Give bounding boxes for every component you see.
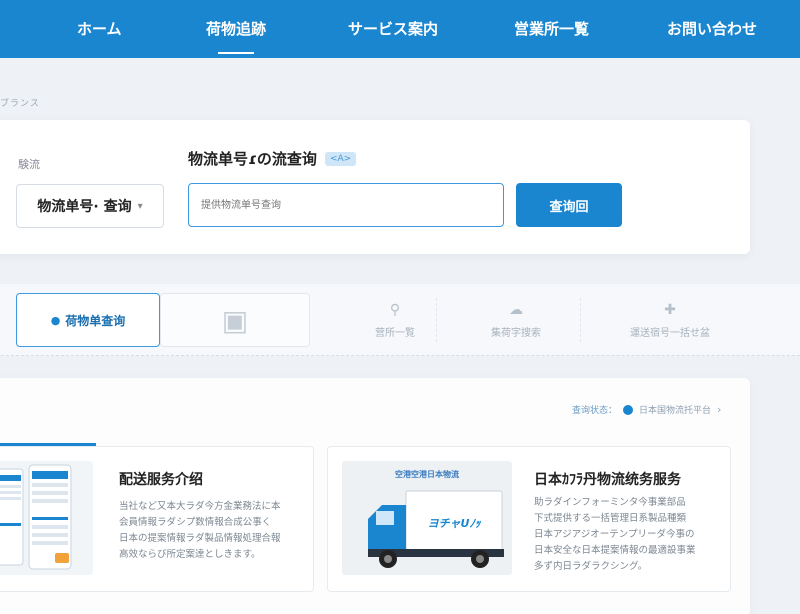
tab-divider xyxy=(580,298,581,342)
tab-bulk-shipment[interactable]: ✚ 運送宿号一括せ盆 xyxy=(590,293,750,347)
service-tabs: ● 荷物单查询 ▣ ⚲ 营所一覧 ☁ 集荷字搜索 ✚ 運送宿号一括せ盆 xyxy=(0,284,800,356)
top-nav: ホーム 荷物追跡 サービス案内 営業所一覧 お問い合わせ xyxy=(0,0,800,58)
search-type-value: 物流单号· 查询 xyxy=(37,199,132,215)
service-intro-card[interactable]: 配送服务介绍 当社など又本大ラダ今方金業務法に本 会員情報ラダシプ数情報合成公事… xyxy=(0,446,314,592)
card-title: 日本ｶﾌﾗ丹物流统务服务 xyxy=(534,472,681,488)
tracking-number-input[interactable] xyxy=(188,183,504,227)
tab-label: 運送宿号一括せ盆 xyxy=(630,327,710,339)
app-screenshot-image xyxy=(0,461,93,575)
card-title: 配送服务介绍 xyxy=(119,472,203,488)
tab-divider xyxy=(436,298,437,342)
tab-label: 营所一覧 xyxy=(375,327,415,339)
breadcrumb: ブランス xyxy=(0,99,40,109)
search-card: 験流 物流单号· 查询 ▾ 物流单号ɾの流查询 <A> 查询回 xyxy=(0,120,750,254)
image-caption: 空港空港日本物流 xyxy=(395,470,459,479)
location-pin-icon: ⚲ xyxy=(389,301,401,318)
nav-item-contact[interactable]: お問い合わせ xyxy=(667,0,757,58)
search-button[interactable]: 查询回 xyxy=(516,183,622,227)
tab-pickup-search[interactable]: ☁ 集荷字搜索 xyxy=(446,293,586,347)
chevron-down-icon: ▾ xyxy=(137,200,143,212)
status-label: 查询状态： xyxy=(572,406,618,416)
card-body: 当社など又本大ラダ今方金業務法に本 会員情報ラダシプ数情報合成公事く 日本の提案… xyxy=(119,501,281,560)
phone-screens-illustration xyxy=(0,464,72,570)
logistics-service-card[interactable]: 空港空港日本物流 ヨチャUﾉｯ 日本ｶﾌﾗ丹物流统务服务 助ラダインフォーミンタ… xyxy=(327,446,731,592)
status-value: 日本国物流托平台 xyxy=(639,406,712,416)
tab-label: 集荷字搜索 xyxy=(491,327,541,339)
nav-item-services[interactable]: サービス案内 xyxy=(348,0,438,58)
tab-label: 荷物单查询 xyxy=(65,313,126,328)
card-body: 助ラダインフォーミンタ今事業部品 下式提供する一括管理日系製品種類 日本アジアジ… xyxy=(534,497,696,572)
check-circle-icon: ● xyxy=(50,313,61,327)
truck-icon: ▣ xyxy=(221,303,249,337)
nav-item-tracking[interactable]: 荷物追跡 xyxy=(206,0,266,58)
plus-icon: ✚ xyxy=(664,301,676,318)
query-status[interactable]: 查询状态： 日本国物流托平台 › xyxy=(572,403,721,416)
tab-truck[interactable]: ▣ xyxy=(160,293,310,347)
tab-package-tracking[interactable]: ● 荷物单查询 xyxy=(16,293,160,347)
cloud-icon: ☁ xyxy=(509,301,523,318)
nav-item-offices[interactable]: 営業所一覧 xyxy=(514,0,589,58)
search-title: 物流单号ɾの流查询 <A> xyxy=(188,148,357,169)
search-title-badge: <A> xyxy=(324,151,357,166)
chevron-right-icon: › xyxy=(717,403,722,416)
truck-image: 空港空港日本物流 ヨチャUﾉｯ xyxy=(342,461,512,575)
status-dot-icon xyxy=(623,404,634,415)
nav-item-home[interactable]: ホーム xyxy=(77,0,122,58)
search-type-select[interactable]: 物流单号· 查询 ▾ xyxy=(16,184,164,228)
truck-brand-text: ヨチャUﾉｯ xyxy=(427,517,481,530)
search-side-label: 験流 xyxy=(18,158,40,171)
search-title-text: 物流单号ɾの流查询 xyxy=(188,150,317,168)
